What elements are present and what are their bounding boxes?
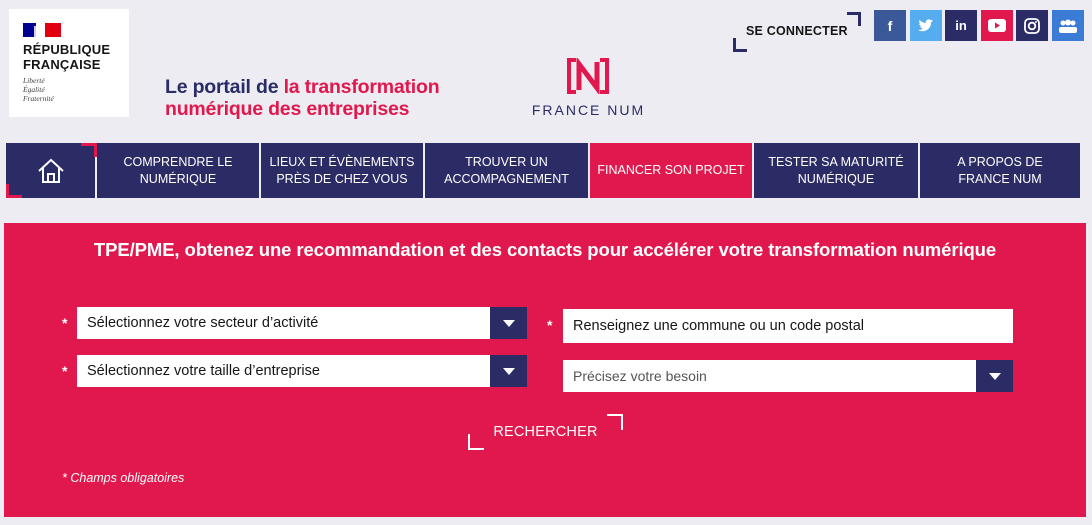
republic-motto: Liberté Égalité Fraternité	[23, 76, 54, 103]
required-mark: *	[62, 363, 68, 379]
location-input-value: Renseignez une commune ou un code postal	[573, 318, 864, 334]
france-num-bracket-icon	[567, 58, 609, 94]
main-navigation: COMPRENDRE LE NUMÉRIQUE LIEUX ET ÉVÈNEMEN…	[6, 143, 1084, 198]
chevron-down-icon[interactable]	[976, 360, 1013, 392]
twitter-icon[interactable]: t	[909, 10, 942, 41]
company-size-select[interactable]: Sélectionnez votre taille d’entreprise	[77, 355, 527, 387]
republic-name: RÉPUBLIQUE FRANÇAISE	[23, 42, 111, 72]
home-icon	[37, 158, 64, 183]
site-header: RÉPUBLIQUE FRANÇAISE Liberté Égalité Fra…	[0, 0, 1092, 135]
community-icon[interactable]: 👥	[1051, 10, 1084, 41]
company-size-select-value: Sélectionnez votre taille d’entreprise	[87, 363, 320, 379]
france-num-logo[interactable]: FRANCE NUM	[526, 58, 651, 122]
nav-lieux-et-evenements[interactable]: LIEUX ET ÉVÈNEMENTS PRÈS DE CHEZ VOUS	[261, 143, 425, 198]
facebook-icon[interactable]: f	[874, 10, 906, 41]
youtube-icon[interactable]: ▶	[980, 10, 1013, 41]
site-tagline: Le portail de la transformation numériqu…	[165, 76, 440, 120]
required-mark: *	[547, 317, 553, 333]
france-num-logo-text: FRANCE NUM	[531, 102, 646, 118]
nav-trouver-un-accompagnement[interactable]: TROUVER UN ACCOMPAGNEMENT	[425, 143, 590, 198]
marianne-flag-icon	[23, 23, 61, 37]
instagram-icon[interactable]: ◎	[1016, 10, 1048, 41]
required-fields-note: * Champs obligatoires	[62, 471, 185, 485]
republique-francaise-logo[interactable]: RÉPUBLIQUE FRANÇAISE Liberté Égalité Fra…	[9, 9, 129, 117]
chevron-down-icon[interactable]	[490, 355, 527, 387]
need-select[interactable]: Précisez votre besoin	[563, 360, 1013, 392]
required-mark: *	[62, 315, 68, 331]
search-button-label: RECHERCHER	[493, 424, 598, 440]
need-select-value: Précisez votre besoin	[573, 368, 707, 384]
social-links: f t in ▶ ◎ 👥	[874, 10, 1084, 41]
search-panel-title: TPE/PME, obtenez une recommandation et d…	[93, 239, 997, 260]
nav-a-propos[interactable]: A PROPOS DE FRANCE NUM	[920, 143, 1080, 198]
location-input[interactable]: Renseignez une commune ou un code postal	[563, 309, 1013, 343]
nav-financer-son-projet[interactable]: FINANCER SON PROJET	[590, 143, 754, 198]
login-button[interactable]: SE CONNECTER	[733, 12, 861, 52]
nav-home[interactable]	[6, 143, 97, 198]
search-button[interactable]: RECHERCHER	[468, 414, 623, 450]
sector-select-value: Sélectionnez votre secteur d’activité	[87, 315, 319, 331]
sector-select[interactable]: Sélectionnez votre secteur d’activité	[77, 307, 527, 339]
search-panel: TPE/PME, obtenez une recommandation et d…	[4, 223, 1086, 517]
nav-comprendre-le-numerique[interactable]: COMPRENDRE LE NUMÉRIQUE	[97, 143, 261, 198]
nav-tester-sa-maturite[interactable]: TESTER SA MATURITÉ NUMÉRIQUE	[754, 143, 920, 198]
chevron-down-icon[interactable]	[490, 307, 527, 339]
login-button-label: SE CONNECTER	[746, 24, 848, 38]
linkedin-icon[interactable]: in	[945, 10, 977, 41]
